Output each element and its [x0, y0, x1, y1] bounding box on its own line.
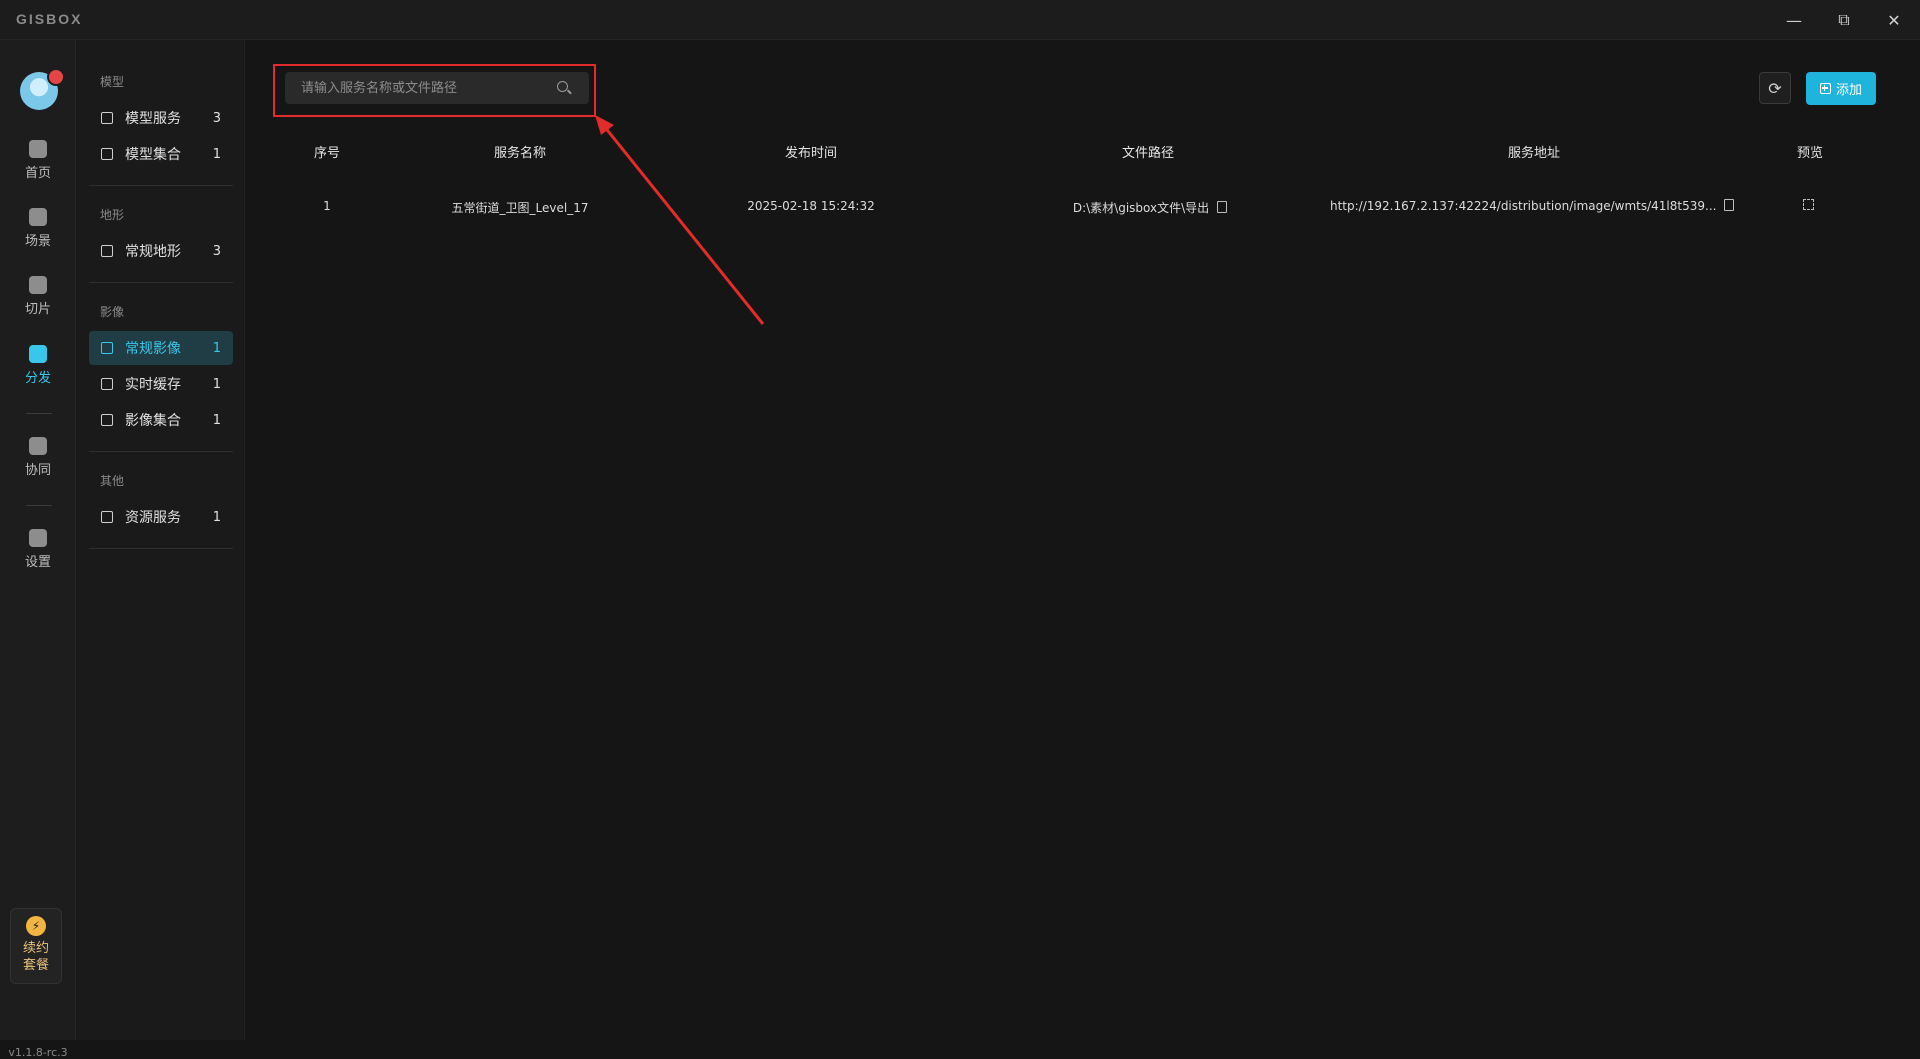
column-header-time: 发布时间: [784, 146, 837, 161]
rail-item-label: 首页: [24, 166, 51, 181]
rail-item-label: 设置: [24, 555, 51, 570]
nav-rail: 首页 场景 切片 分发 协同 设置 ⚡ 续约 套餐 v1.1.8-rc.3: [0, 40, 76, 1059]
add-icon: [1819, 83, 1831, 94]
resource-icon: [101, 511, 113, 523]
add-button-label: 添加: [1835, 83, 1862, 98]
cell-name: 五常街道_卫图_Level_17: [451, 201, 589, 215]
notification-badge: [47, 68, 65, 86]
group-label-imagery: 影像: [100, 305, 125, 319]
version-label: v1.1.8-rc.3: [8, 1046, 68, 1059]
copy-icon[interactable]: [1217, 201, 1228, 213]
rail-divider: [26, 505, 52, 506]
sidebar-item-imagery[interactable]: 常规影像 1: [89, 331, 233, 365]
sidebar-item-label: 常规地形: [125, 244, 181, 260]
search-input[interactable]: [285, 72, 545, 104]
item-count: 1: [212, 509, 221, 525]
search-icon[interactable]: [557, 81, 568, 92]
restore-button[interactable]: ⧉: [1826, 6, 1862, 34]
sidebar-item-label: 常规影像: [125, 341, 181, 357]
rail-item-home[interactable]: 首页: [0, 140, 76, 196]
rail-divider: [26, 413, 52, 414]
close-button[interactable]: ✕: [1876, 6, 1912, 34]
rail-item-label: 切片: [24, 302, 51, 317]
sidebar-item-model-collection[interactable]: 模型集合 1: [89, 137, 233, 171]
column-header-index: 序号: [313, 146, 340, 161]
group-label-model: 模型: [100, 75, 125, 89]
model-icon: [101, 112, 113, 124]
rail-item-distribute[interactable]: 分发: [0, 345, 76, 401]
column-header-url: 服务地址: [1507, 146, 1560, 161]
copy-icon[interactable]: [1724, 199, 1735, 211]
item-count: 1: [212, 340, 221, 356]
sidebar-item-resource-service[interactable]: 资源服务 1: [89, 500, 233, 534]
renew-plan-button[interactable]: ⚡ 续约 套餐: [10, 908, 62, 984]
image-icon: [101, 378, 113, 390]
cell-url: http://192.167.2.137:42224/distribution/…: [1330, 199, 1750, 213]
sidebar-item-label: 资源服务: [125, 510, 181, 526]
item-count: 1: [212, 376, 221, 392]
cell-path-text: D:\素材\gisbox文件\导出: [1072, 201, 1210, 215]
cell-time: 2025-02-18 15:24:32: [747, 199, 875, 213]
rail-item-label: 分发: [24, 371, 51, 386]
image-icon: [101, 342, 113, 354]
category-sidebar: 模型 模型服务 3 模型集合 1 地形 常规地形 3 影像 常规影像 1 实时缓…: [76, 40, 245, 1040]
group-label-other: 其他: [100, 474, 125, 488]
preview-icon[interactable]: [1803, 199, 1814, 210]
rail-item-scene[interactable]: 场景: [0, 208, 76, 264]
sidebar-item-realtime-cache[interactable]: 实时缓存 1: [89, 367, 233, 401]
sidebar-item-model-service[interactable]: 模型服务 3: [89, 101, 233, 135]
model-icon: [101, 148, 113, 160]
settings-icon: [29, 529, 47, 547]
refresh-button[interactable]: ⟳: [1759, 72, 1791, 104]
lightning-icon: ⚡: [26, 916, 46, 936]
column-header-name: 服务名称: [493, 146, 546, 161]
rail-item-collaborate[interactable]: 协同: [0, 437, 76, 493]
plan-label-line1: 续约: [22, 941, 49, 956]
sidebar-divider: [89, 548, 233, 549]
plan-label-line2: 套餐: [22, 958, 49, 973]
sidebar-item-label: 模型集合: [125, 147, 181, 163]
item-count: 3: [212, 243, 221, 259]
sidebar-item-label: 模型服务: [125, 111, 181, 127]
cell-url-text: http://192.167.2.137:42224/distribution/…: [1330, 199, 1717, 213]
minimize-button[interactable]: —: [1776, 6, 1812, 34]
home-icon: [29, 140, 47, 158]
sidebar-item-image-collection[interactable]: 影像集合 1: [89, 403, 233, 437]
cell-index: 1: [323, 199, 331, 213]
rail-item-slice[interactable]: 切片: [0, 276, 76, 332]
distribute-icon: [29, 345, 47, 363]
item-count: 1: [212, 412, 221, 428]
rail-item-label: 场景: [24, 234, 51, 249]
image-icon: [101, 414, 113, 426]
slice-icon: [29, 276, 47, 294]
item-count: 3: [212, 110, 221, 126]
add-button[interactable]: 添加: [1806, 72, 1876, 105]
cell-path: D:\素材\gisbox文件\导出: [1030, 199, 1270, 216]
rail-item-settings[interactable]: 设置: [0, 529, 76, 585]
title-bar: GISBOX — ⧉ ✕: [0, 0, 1920, 40]
sidebar-divider: [89, 185, 233, 186]
scene-icon: [29, 208, 47, 226]
column-header-path: 文件路径: [1121, 146, 1174, 161]
app-logo: GISBOX: [16, 11, 83, 27]
collaborate-icon: [29, 437, 47, 455]
search-box[interactable]: [285, 72, 589, 104]
sidebar-item-label: 影像集合: [125, 413, 181, 429]
group-label-terrain: 地形: [100, 208, 125, 222]
sidebar-item-label: 实时缓存: [125, 377, 181, 393]
column-header-preview: 预览: [1796, 146, 1823, 161]
rail-item-label: 协同: [24, 463, 51, 478]
item-count: 1: [212, 146, 221, 162]
sidebar-divider: [89, 282, 233, 283]
sidebar-divider: [89, 451, 233, 452]
sidebar-item-terrain[interactable]: 常规地形 3: [89, 234, 233, 268]
terrain-icon: [101, 245, 113, 257]
